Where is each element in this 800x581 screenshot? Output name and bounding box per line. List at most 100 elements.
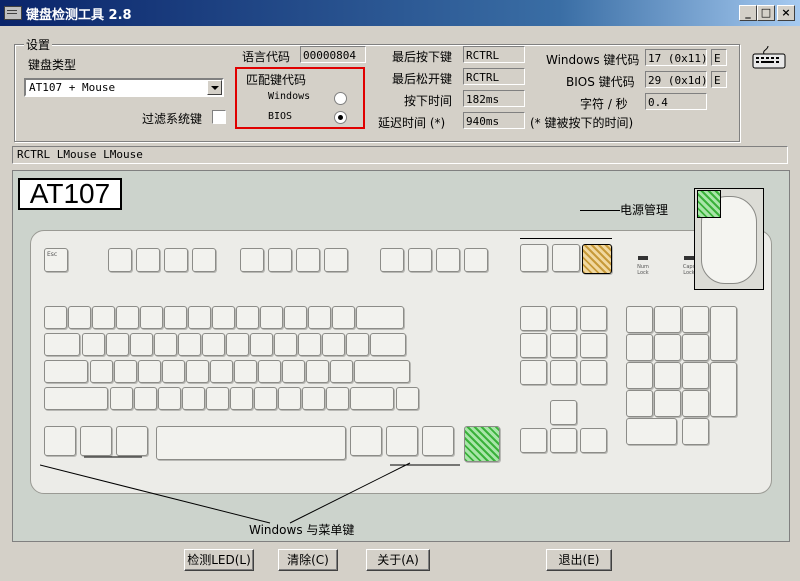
numlock-led xyxy=(638,256,648,260)
key-numpad xyxy=(626,306,653,333)
key-qwerty-row xyxy=(298,333,321,356)
key-qwerty-row xyxy=(178,333,201,356)
mouse-left-button-pressed xyxy=(697,190,721,218)
key-right-win xyxy=(386,426,418,456)
last-pressed-field: RCTRL xyxy=(463,46,525,63)
key-home-row xyxy=(306,360,329,383)
key-arrow xyxy=(520,428,547,453)
power-key-bracket xyxy=(520,238,612,239)
key-nav-cluster xyxy=(580,360,607,385)
key-extra xyxy=(396,387,419,410)
bios-code-label: BIOS 键代码 xyxy=(566,75,635,89)
bios-radio-label: BIOS xyxy=(268,111,293,122)
delay-note: (* 键被按下的时间) xyxy=(530,116,634,130)
key-numpad xyxy=(654,334,681,361)
key-home-row xyxy=(186,360,209,383)
key-num-row xyxy=(164,306,187,329)
language-code-label: 语言代码 xyxy=(242,50,291,64)
key-numpad xyxy=(626,334,653,361)
filter-system-keys-checkbox[interactable] xyxy=(212,110,226,124)
windows-keys-pointer-lines xyxy=(40,456,460,524)
key-numpad xyxy=(682,334,709,361)
key-numpad xyxy=(654,390,681,417)
windows-radio[interactable] xyxy=(334,92,347,105)
key-numpad xyxy=(682,418,709,445)
power-management-annotation: 电源管理 xyxy=(620,203,669,217)
chevron-down-icon[interactable] xyxy=(207,80,222,95)
key-nav-cluster xyxy=(550,306,577,331)
minimize-button[interactable]: _ xyxy=(739,5,757,21)
settings-legend: 设置 xyxy=(24,36,53,53)
about-button[interactable]: 关于(A) xyxy=(366,549,430,571)
key-num-row xyxy=(188,306,211,329)
key-bottom-row xyxy=(278,387,301,410)
key-numpad xyxy=(682,390,709,417)
key-numpad xyxy=(710,306,737,361)
key-num-row xyxy=(284,306,307,329)
key-qwerty-row xyxy=(250,333,273,356)
key-tab xyxy=(44,333,80,356)
keyboard-type-select[interactable]: AT107 + Mouse xyxy=(24,78,224,97)
key-f9 xyxy=(380,248,404,272)
key-left-win xyxy=(80,426,112,456)
press-time-field: 182ms xyxy=(463,90,525,107)
key-f4 xyxy=(192,248,216,272)
key-home-row xyxy=(234,360,257,383)
key-home-row xyxy=(258,360,281,383)
key-num-row xyxy=(332,306,355,329)
key-menu xyxy=(422,426,454,456)
key-nav-cluster xyxy=(580,333,607,358)
key-qwerty-row xyxy=(106,333,129,356)
bios-radio[interactable] xyxy=(334,111,347,124)
key-num-row xyxy=(92,306,115,329)
key-left-ctrl xyxy=(44,426,76,456)
power-annotation-line xyxy=(580,210,620,211)
key-numpad-0 xyxy=(626,418,677,445)
key-num-row xyxy=(68,306,91,329)
key-num-row xyxy=(308,306,331,329)
clear-button[interactable]: 清除(C) xyxy=(278,549,338,571)
maximize-button[interactable]: □ xyxy=(757,5,775,21)
key-home-row xyxy=(138,360,161,383)
key-f2 xyxy=(136,248,160,272)
key-numpad xyxy=(710,362,737,417)
key-nav-cluster xyxy=(550,360,577,385)
key-f5 xyxy=(240,248,264,272)
key-num-row xyxy=(44,306,67,329)
key-arrow xyxy=(580,428,607,453)
test-led-button[interactable]: 检测LED(L) xyxy=(184,549,254,571)
key-f8 xyxy=(324,248,348,272)
key-home-row xyxy=(330,360,353,383)
key-bottom-row xyxy=(302,387,325,410)
key-enter xyxy=(354,360,410,383)
key-home-row xyxy=(162,360,185,383)
key-qwerty-row xyxy=(226,333,249,356)
key-num-row xyxy=(260,306,283,329)
keyboard-model-label: AT107 xyxy=(18,178,122,210)
key-nav-cluster xyxy=(520,360,547,385)
key-numpad xyxy=(682,362,709,389)
key-nav-cluster xyxy=(520,306,547,331)
match-code-legend: 匹配键代码 xyxy=(246,73,307,87)
key-qwerty-row xyxy=(274,333,297,356)
key-nav-cluster xyxy=(580,306,607,331)
key-nav-cluster xyxy=(550,333,577,358)
windows-code-label: Windows 键代码 xyxy=(546,53,640,67)
key-wake-pressed xyxy=(582,244,612,274)
key-num-row xyxy=(212,306,235,329)
close-button[interactable]: × xyxy=(777,5,795,21)
key-f3 xyxy=(164,248,188,272)
key-home-row xyxy=(210,360,233,383)
key-num-row xyxy=(140,306,163,329)
windows-code-flag: E xyxy=(711,49,727,66)
bios-code-flag: E xyxy=(711,71,727,88)
key-bottom-row xyxy=(254,387,277,410)
key-qwerty-row xyxy=(346,333,369,356)
key-qwerty-row xyxy=(322,333,345,356)
key-numpad xyxy=(654,306,681,333)
key-num-row xyxy=(116,306,139,329)
key-left-shift xyxy=(44,387,108,410)
exit-button[interactable]: 退出(E) xyxy=(546,549,612,571)
chars-per-second-label: 字符 / 秒 xyxy=(580,97,628,111)
key-bottom-row xyxy=(158,387,181,410)
